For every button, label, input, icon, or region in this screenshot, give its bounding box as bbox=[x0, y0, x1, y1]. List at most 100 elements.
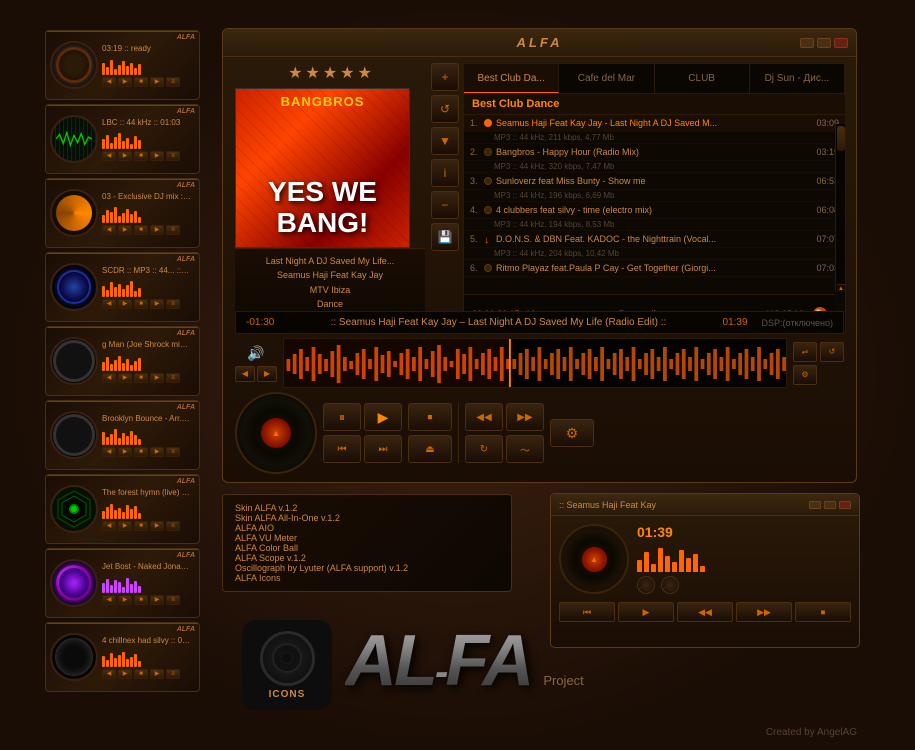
playlist-tabs[interactable]: Best Club Da... Cafe del Mar CLUB Dj Sun… bbox=[464, 64, 845, 94]
scroll-arrow-up[interactable]: ▲ bbox=[837, 284, 845, 292]
mini-prev-6[interactable]: ◀ bbox=[102, 447, 116, 457]
sidebar-controls-5[interactable]: ◀ ▶ ■ ▶ ≡ bbox=[102, 373, 191, 383]
info-item-5[interactable]: ALFA Color Ball bbox=[235, 543, 499, 553]
mini-next-9[interactable]: ▶ bbox=[150, 669, 164, 679]
mini-play-3[interactable]: ▶ bbox=[118, 225, 132, 235]
playlist-item-4[interactable]: 4. 4 clubbers feat silvy - time (electro… bbox=[464, 202, 845, 219]
mp2-close[interactable] bbox=[839, 501, 851, 509]
mini-prev-5[interactable]: ◀ bbox=[102, 373, 116, 383]
mini-prev-7[interactable]: ◀ bbox=[102, 521, 116, 531]
mini-stop-4[interactable]: ■ bbox=[134, 299, 148, 309]
sidebar-player-4[interactable]: ALFA SCDR :: MP3 :: 44... :: 02:01 ◀ ▶ ■… bbox=[45, 252, 200, 322]
mini-stop-8[interactable]: ■ bbox=[134, 595, 148, 605]
scrollbar-thumb[interactable] bbox=[837, 126, 845, 151]
mini-play-1[interactable]: ▶ bbox=[118, 77, 132, 87]
side-btn-down[interactable]: ▼ bbox=[431, 127, 459, 155]
mini-stop-1[interactable]: ■ bbox=[134, 77, 148, 87]
main-transport-buttons[interactable]: ▲ ⏸ ▶ ⏮ ⏭ ⏹ ⏏ bbox=[235, 392, 844, 474]
mini-next-5[interactable]: ▶ bbox=[150, 373, 164, 383]
side-btn-info[interactable]: i bbox=[431, 159, 459, 187]
sidebar-player-9[interactable]: ALFA 4 chillnex had silvy :: 01:? ◀ ▶ ■ … bbox=[45, 622, 200, 692]
sidebar-player-6[interactable]: ALFA Brooklyn Bounce - Arr... :: 03:57 ◀… bbox=[45, 400, 200, 470]
mini-eq-1[interactable]: ≡ bbox=[166, 77, 180, 87]
star-1[interactable]: ★ bbox=[288, 63, 302, 83]
btn-play[interactable]: ▶ bbox=[364, 403, 402, 431]
btn-eject[interactable]: ⏏ bbox=[408, 435, 452, 463]
transport-btn-group-3[interactable]: ◀◀ ▶▶ ↻ ～ bbox=[465, 403, 544, 463]
playlist-item-5[interactable]: 5. ↓ D.O.N.S. & DBN Feat. KADOC - the Ni… bbox=[464, 231, 845, 248]
mp2-win-controls[interactable] bbox=[809, 501, 851, 509]
mini-prev-1[interactable]: ◀ bbox=[102, 77, 116, 87]
mini-eq-5[interactable]: ≡ bbox=[166, 373, 180, 383]
mp2-knobs[interactable] bbox=[637, 576, 851, 594]
mp2-min[interactable] bbox=[809, 501, 821, 509]
sidebar-player-8[interactable]: ALFA Jet Bost - Naked Jonas :: 01:10 ◀ bbox=[45, 548, 200, 618]
mini-next-7[interactable]: ▶ bbox=[150, 521, 164, 531]
tab-dj-sun[interactable]: Dj Sun - Дис... bbox=[750, 64, 845, 93]
mini-stop-9[interactable]: ■ bbox=[134, 669, 148, 679]
mini-prev-2[interactable]: ◀ bbox=[102, 151, 116, 161]
btn-stop[interactable]: ⏹ bbox=[408, 403, 452, 431]
btn-settings-main[interactable]: ⚙ bbox=[550, 419, 594, 447]
info-item-8[interactable]: ALFA Icons bbox=[235, 573, 499, 583]
mp2-knob-1[interactable] bbox=[637, 576, 655, 594]
star-3[interactable]: ★ bbox=[323, 63, 337, 83]
mini-stop-7[interactable]: ■ bbox=[134, 521, 148, 531]
info-item-1[interactable]: Skin ALFA v.1.2 bbox=[235, 503, 499, 513]
sidebar-controls-9[interactable]: ◀ ▶ ■ ▶ ≡ bbox=[102, 669, 191, 679]
info-item-6[interactable]: ALFA Scope v.1.2 bbox=[235, 553, 499, 563]
mini-play-7[interactable]: ▶ bbox=[118, 521, 132, 531]
sidebar-controls-8[interactable]: ◀ ▶ ■ ▶ ≡ bbox=[102, 595, 191, 605]
mini-play-9[interactable]: ▶ bbox=[118, 669, 132, 679]
maximize-button[interactable] bbox=[817, 38, 831, 48]
mp2-btn-stop[interactable]: ⏮ bbox=[559, 602, 615, 622]
close-button[interactable] bbox=[834, 38, 848, 48]
mini-prev-8[interactable]: ◀ bbox=[102, 595, 116, 605]
mini-play-5[interactable]: ▶ bbox=[118, 373, 132, 383]
mini-prev-3[interactable]: ◀ bbox=[102, 225, 116, 235]
info-item-7[interactable]: Oscillograph by Lyuter (ALFA support) v.… bbox=[235, 563, 499, 573]
transport-btn-group-1[interactable]: ⏸ ▶ ⏮ ⏭ bbox=[323, 403, 402, 463]
sidebar-player-1[interactable]: ALFA 03:19 :: ready ◀ ▶ ■ ▶ ≡ bbox=[45, 30, 200, 100]
mini-stop-5[interactable]: ■ bbox=[134, 373, 148, 383]
sidebar-player-5[interactable]: ALFA g Man (Joe Shrock mix) :: 01:30 ◀ ▶… bbox=[45, 326, 200, 396]
info-item-2[interactable]: Skin ALFA All-In-One v.1.2 bbox=[235, 513, 499, 523]
btn-wave[interactable]: ～ bbox=[506, 435, 544, 463]
btn-ffw-main[interactable]: ▶▶ bbox=[506, 403, 544, 431]
star-4[interactable]: ★ bbox=[340, 63, 354, 83]
balance-left[interactable]: ◀ bbox=[235, 366, 255, 382]
sidebar-controls-7[interactable]: ◀ ▶ ■ ▶ ≡ bbox=[102, 521, 191, 531]
btn-loop[interactable]: ↻ bbox=[465, 435, 503, 463]
transport-btn-group-4[interactable]: ⚙ bbox=[550, 403, 594, 463]
sidebar-player-3[interactable]: ALFA 03 - Exclusive DJ mix :: 02:31 ◀ ▶ … bbox=[45, 178, 200, 248]
playlist-item-6[interactable]: 6. Ritmo Playaz feat.Paula P Cay - Get T… bbox=[464, 260, 845, 277]
mini-next-2[interactable]: ▶ bbox=[150, 151, 164, 161]
mini-eq-7[interactable]: ≡ bbox=[166, 521, 180, 531]
btn-prev[interactable]: ⏮ bbox=[323, 435, 361, 463]
mini-eq-4[interactable]: ≡ bbox=[166, 299, 180, 309]
sidebar-controls-1[interactable]: ◀ ▶ ■ ▶ ≡ bbox=[102, 77, 191, 87]
playlist-scrollbar[interactable]: ▲ bbox=[835, 124, 845, 292]
mp2-btn-play[interactable]: ▶ bbox=[618, 602, 674, 622]
btn-rew-main[interactable]: ◀◀ bbox=[465, 403, 503, 431]
mini-stop-2[interactable]: ■ bbox=[134, 151, 148, 161]
transport-btn-group-2[interactable]: ⏹ ⏏ bbox=[408, 403, 452, 463]
sidebar-controls-4[interactable]: ◀ ▶ ■ ▶ ≡ bbox=[102, 299, 191, 309]
mini-play-2[interactable]: ▶ bbox=[118, 151, 132, 161]
mini-play-6[interactable]: ▶ bbox=[118, 447, 132, 457]
sidebar-controls-6[interactable]: ◀ ▶ ■ ▶ ≡ bbox=[102, 447, 191, 457]
btn-repeat[interactable]: ↺ bbox=[820, 342, 844, 362]
side-btn-add[interactable]: + bbox=[431, 63, 459, 91]
info-item-4[interactable]: ALFA VU Meter bbox=[235, 533, 499, 543]
side-btn-save[interactable]: 💾 bbox=[431, 223, 459, 251]
mini-next-3[interactable]: ▶ bbox=[150, 225, 164, 235]
sidebar-controls-2[interactable]: ◀ ▶ ■ ▶ ≡ bbox=[102, 151, 191, 161]
balance-right[interactable]: ▶ bbox=[257, 366, 277, 382]
mini-next-6[interactable]: ▶ bbox=[150, 447, 164, 457]
sidebar-controls-3[interactable]: ◀ ▶ ■ ▶ ≡ bbox=[102, 225, 191, 235]
side-btn-remove[interactable]: − bbox=[431, 191, 459, 219]
mp2-knob-2[interactable] bbox=[661, 576, 679, 594]
playlist-item-3[interactable]: 3. Sunloverz feat Miss Bunty - Show me 0… bbox=[464, 173, 845, 190]
mini-eq-2[interactable]: ≡ bbox=[166, 151, 180, 161]
mini-stop-6[interactable]: ■ bbox=[134, 447, 148, 457]
